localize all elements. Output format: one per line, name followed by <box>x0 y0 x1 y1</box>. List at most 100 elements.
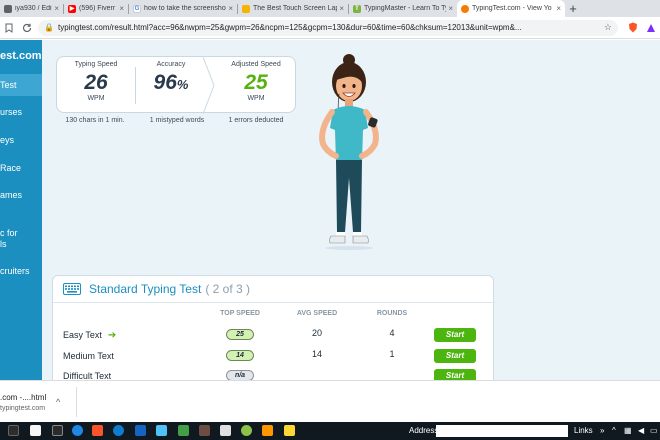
reload-icon[interactable] <box>18 17 36 39</box>
card-subtitle: ( 2 of 3 ) <box>205 282 250 296</box>
tab-strip: iya930 / Edit Gi × ▶ (596) Fiverr Tutori… <box>0 0 660 17</box>
bookmark-icon <box>242 4 250 13</box>
column-header-top-speed: TOP SPEED <box>220 310 260 317</box>
address-toolbar-label: Address <box>409 426 439 435</box>
top-speed-badge: n/a <box>226 370 254 380</box>
close-icon[interactable]: × <box>339 4 344 13</box>
table-row-label-easy[interactable]: Easy Text ➔ <box>63 330 116 341</box>
sidebar-item-test[interactable]: Test <box>0 74 42 96</box>
windows-taskbar: Address Links » ^ ▦ ◀ ▭ <box>0 422 660 440</box>
page-content: est.com Test urses eys Race ames c for l… <box>0 40 660 380</box>
taskbar-address-input[interactable] <box>436 425 568 437</box>
vlc-icon[interactable] <box>262 425 273 436</box>
network-icon[interactable]: ▦ <box>624 426 632 435</box>
browser-toolbar: 🔒 typingtest.com/result.html?acc=96&nwpm… <box>0 17 660 39</box>
column-header-rounds: ROUNDS <box>376 310 408 317</box>
sidebar: est.com Test urses eys Race ames c for l… <box>0 40 42 380</box>
accuracy-value: 96% <box>136 72 206 96</box>
calculator-icon[interactable] <box>30 425 41 436</box>
start-button-easy[interactable]: Start <box>434 328 476 342</box>
table-row-label-difficult[interactable]: Difficult Text <box>63 371 111 380</box>
lock-icon: 🔒 <box>44 23 54 32</box>
app-icon[interactable] <box>220 425 231 436</box>
brave-icon[interactable] <box>92 425 103 436</box>
app-icon[interactable] <box>135 425 146 436</box>
tab-typingtest[interactable]: TypingTest.com - View Yo × <box>457 0 565 17</box>
tab-label: how to take the screenshot o <box>144 5 227 12</box>
start-button-difficult[interactable]: Start <box>434 369 476 380</box>
brave-shield-icon[interactable] <box>624 17 642 39</box>
github-icon <box>4 4 12 13</box>
tab-typingmaster[interactable]: T TypingMaster - Learn To Typ × <box>349 0 457 17</box>
sidebar-item-kids[interactable]: ls <box>0 238 7 250</box>
card-header: Standard Typing Test ( 2 of 3 ) <box>63 282 250 296</box>
app-icon[interactable] <box>199 425 210 436</box>
typing-speed-stat: Typing Speed 26 WPM <box>57 57 135 114</box>
chevron-up-icon[interactable]: ^ <box>56 397 60 407</box>
google-icon: G <box>133 4 141 13</box>
start-menu-icon[interactable] <box>8 425 19 436</box>
standard-typing-test-card: Standard Typing Test ( 2 of 3 ) TOP SPEE… <box>52 275 495 380</box>
task-view-icon[interactable] <box>52 425 63 436</box>
table-row-label-medium[interactable]: Medium Text <box>63 351 114 361</box>
browser-window: iya930 / Edit Gi × ▶ (596) Fiverr Tutori… <box>0 0 660 440</box>
app-icon[interactable] <box>178 425 189 436</box>
sidebar-item-recruiters[interactable]: cruiters <box>0 265 30 277</box>
tab-youtube[interactable]: ▶ (596) Fiverr Tutorial in Tamil | × <box>64 0 128 17</box>
notification-icon[interactable]: ▭ <box>650 426 658 435</box>
chevron-right-icon[interactable]: » <box>600 426 604 435</box>
typing-speed-label: Typing Speed <box>74 61 118 68</box>
close-icon[interactable]: × <box>228 4 233 13</box>
chevron-right-icon <box>203 57 215 114</box>
accuracy-number: 96 <box>153 71 177 94</box>
accuracy-stat: Accuracy 96% <box>136 57 206 114</box>
close-icon[interactable]: × <box>119 4 124 13</box>
tab-github[interactable]: iya930 / Edit Gi × <box>0 0 63 17</box>
avg-speed-value: 14 <box>311 349 322 359</box>
url-text: typingtest.com/result.html?acc=96&nwpm=2… <box>57 23 522 32</box>
app-icon[interactable] <box>284 425 295 436</box>
tab-label: iya930 / Edit Gi <box>15 5 53 12</box>
percent-sign: % <box>176 77 189 92</box>
address-bar[interactable]: 🔒 typingtest.com/result.html?acc=96&nwpm… <box>38 19 618 36</box>
sidebar-item-games[interactable]: ames <box>0 189 22 201</box>
tray-overflow-icon[interactable]: ^ <box>612 426 616 435</box>
adjusted-speed-value: 25 <box>244 71 268 94</box>
row-label-text: Easy Text <box>63 330 102 340</box>
top-speed-badge: 25 <box>226 329 254 340</box>
start-button-medium[interactable]: Start <box>434 349 476 363</box>
tab-label: The Best Touch Screen Lapto <box>253 5 338 12</box>
new-tab-button[interactable]: + <box>565 0 581 17</box>
adjusted-speed-label: Adjusted Speed <box>231 61 281 68</box>
brave-rewards-icon[interactable] <box>642 17 660 39</box>
typing-speed-unit: WPM <box>87 95 105 102</box>
edge-icon[interactable] <box>113 425 124 436</box>
site-logo[interactable]: est.com <box>0 50 42 62</box>
sidebar-item-courses[interactable]: urses <box>0 106 22 118</box>
tab-laptop[interactable]: The Best Touch Screen Lapto × <box>238 0 348 17</box>
chrome-icon[interactable] <box>72 425 83 436</box>
sidebar-item-race[interactable]: Race <box>0 162 21 174</box>
close-icon[interactable]: × <box>54 4 59 13</box>
divider <box>53 302 495 303</box>
bookmark-page-icon[interactable] <box>0 17 18 39</box>
mistyped-note: 1 mistyped words <box>149 117 205 124</box>
arrow-right-icon: ➔ <box>107 330 117 341</box>
downloads-bar: .com -....html typingtest.com ^ <box>0 380 660 422</box>
star-icon[interactable]: ☆ <box>604 22 612 33</box>
links-toolbar-label[interactable]: Links <box>574 426 593 435</box>
close-icon[interactable]: × <box>448 4 453 13</box>
typing-speed-value: 26 <box>84 71 108 94</box>
app-icon[interactable] <box>156 425 167 436</box>
errors-note: 1 errors deducted <box>228 117 284 124</box>
adjusted-speed-unit: WPM <box>247 95 265 102</box>
divider <box>76 387 77 417</box>
download-file-name[interactable]: .com -....html <box>0 393 46 402</box>
app-icon[interactable] <box>241 425 252 436</box>
close-icon[interactable]: × <box>556 4 561 13</box>
typingtest-icon <box>461 4 469 13</box>
tab-google-search[interactable]: G how to take the screenshot o × <box>129 0 237 17</box>
rounds-value: 4 <box>389 328 395 338</box>
volume-icon[interactable]: ◀ <box>638 426 644 435</box>
sidebar-item-keys[interactable]: eys <box>0 134 14 146</box>
